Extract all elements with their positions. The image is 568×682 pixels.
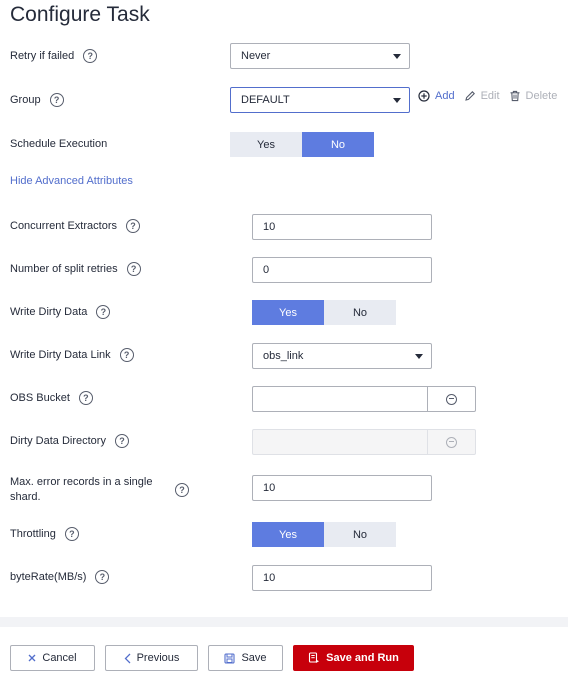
group-row: Group ? bbox=[10, 87, 64, 113]
help-icon[interactable]: ? bbox=[119, 348, 134, 362]
obs-bucket-input[interactable] bbox=[252, 386, 428, 412]
help-icon[interactable]: ? bbox=[114, 434, 129, 448]
byte-rate-value: 10 bbox=[263, 572, 276, 584]
obs-bucket-row: OBS Bucket ? bbox=[10, 385, 93, 411]
throttling-yes-option[interactable]: Yes bbox=[252, 522, 324, 547]
schedule-yes-option[interactable]: Yes bbox=[230, 132, 302, 157]
floppy-disk-icon bbox=[224, 652, 236, 664]
save-and-run-button[interactable]: Save and Run bbox=[293, 645, 414, 671]
split-retries-value: 0 bbox=[263, 264, 270, 276]
footer-divider bbox=[0, 617, 568, 627]
max-errors-input[interactable]: 10 bbox=[252, 475, 432, 501]
group-select[interactable]: DEFAULT bbox=[230, 87, 410, 113]
obs-bucket-clear-button[interactable] bbox=[428, 386, 476, 412]
help-icon[interactable]: ? bbox=[49, 93, 64, 107]
add-group-button[interactable]: Add bbox=[418, 90, 455, 102]
dirty-dir-clear-button bbox=[428, 429, 476, 455]
dirty-data-row: Write Dirty Data ? bbox=[10, 299, 111, 325]
close-icon bbox=[28, 654, 36, 662]
footer-actions: Cancel Previous Save Save and Run bbox=[10, 645, 424, 671]
add-label: Add bbox=[435, 90, 455, 102]
help-icon[interactable]: ? bbox=[83, 49, 98, 63]
throttling-row: Throttling ? bbox=[10, 521, 79, 547]
throttling-label: Throttling bbox=[10, 528, 56, 540]
split-retries-row: Number of split retries ? bbox=[10, 256, 141, 282]
extractors-input[interactable]: 10 bbox=[252, 214, 432, 240]
dirty-dir-row: Dirty Data Directory ? bbox=[10, 428, 129, 454]
group-actions: Add Edit Delete bbox=[418, 90, 566, 102]
max-errors-value: 10 bbox=[263, 482, 276, 494]
edit-group-button[interactable]: Edit bbox=[464, 90, 500, 102]
previous-button[interactable]: Previous bbox=[105, 645, 198, 671]
dirty-dir-label: Dirty Data Directory bbox=[10, 435, 106, 447]
pencil-icon bbox=[464, 90, 476, 102]
max-errors-label-line2: shard. bbox=[10, 491, 41, 503]
extractors-label: Concurrent Extractors bbox=[10, 220, 117, 232]
dirty-data-no-option[interactable]: No bbox=[324, 300, 396, 325]
max-errors-label-line1: Max. error records in a single bbox=[10, 476, 153, 488]
minus-circle-icon bbox=[446, 436, 457, 448]
help-icon[interactable]: ? bbox=[64, 527, 79, 541]
retry-label: Retry if failed bbox=[10, 50, 75, 62]
dirty-link-value: obs_link bbox=[263, 350, 304, 362]
max-errors-row: Max. error records in a single shard. ? bbox=[10, 472, 189, 508]
dirty-dir-input bbox=[252, 429, 428, 455]
chevron-down-icon bbox=[393, 54, 401, 59]
cancel-button[interactable]: Cancel bbox=[10, 645, 95, 671]
edit-label: Edit bbox=[480, 90, 500, 102]
throttling-no-option[interactable]: No bbox=[324, 522, 396, 547]
obs-bucket-label: OBS Bucket bbox=[10, 392, 70, 404]
byte-rate-input[interactable]: 10 bbox=[252, 565, 432, 591]
dirty-link-label: Write Dirty Data Link bbox=[10, 349, 111, 361]
retry-row: Retry if failed ? bbox=[10, 43, 98, 69]
chevron-left-icon bbox=[124, 653, 131, 664]
help-icon[interactable]: ? bbox=[78, 391, 93, 405]
schedule-label: Schedule Execution bbox=[10, 138, 108, 150]
dirty-data-yes-option[interactable]: Yes bbox=[252, 300, 324, 325]
schedule-row: Schedule Execution bbox=[10, 131, 107, 157]
retry-value: Never bbox=[241, 50, 271, 62]
split-retries-label: Number of split retries bbox=[10, 263, 118, 275]
dirty-data-toggle: Yes No bbox=[252, 300, 396, 326]
split-retries-input[interactable]: 0 bbox=[252, 257, 432, 283]
page-title: Configure Task bbox=[10, 3, 150, 26]
group-label: Group bbox=[10, 94, 41, 106]
dirty-link-row: Write Dirty Data Link ? bbox=[10, 342, 134, 368]
help-icon[interactable]: ? bbox=[175, 483, 189, 497]
group-value: DEFAULT bbox=[241, 94, 290, 106]
save-button[interactable]: Save bbox=[208, 645, 283, 671]
dirty-link-select[interactable]: obs_link bbox=[252, 343, 432, 369]
throttling-toggle: Yes No bbox=[252, 522, 396, 548]
delete-label: Delete bbox=[525, 90, 558, 102]
schedule-toggle: Yes No bbox=[230, 132, 374, 158]
hide-advanced-link[interactable]: Hide Advanced Attributes bbox=[10, 175, 133, 187]
delete-group-button[interactable]: Delete bbox=[509, 90, 558, 102]
byte-rate-label: byteRate(MB/s) bbox=[10, 571, 87, 583]
help-icon[interactable]: ? bbox=[125, 219, 140, 233]
help-icon[interactable]: ? bbox=[96, 305, 111, 319]
chevron-down-icon bbox=[415, 354, 423, 359]
schedule-no-option[interactable]: No bbox=[302, 132, 374, 157]
retry-select[interactable]: Never bbox=[230, 43, 410, 69]
byte-rate-row: byteRate(MB/s) ? bbox=[10, 564, 110, 590]
extractors-value: 10 bbox=[263, 221, 276, 233]
save-run-icon bbox=[308, 652, 320, 664]
minus-circle-icon bbox=[446, 393, 457, 405]
extractors-row: Concurrent Extractors ? bbox=[10, 213, 140, 239]
chevron-down-icon bbox=[393, 98, 401, 103]
trash-icon bbox=[509, 90, 521, 102]
dirty-data-label: Write Dirty Data bbox=[10, 306, 88, 318]
help-icon[interactable]: ? bbox=[126, 262, 141, 276]
help-icon[interactable]: ? bbox=[95, 570, 110, 584]
plus-circle-icon bbox=[418, 90, 430, 102]
